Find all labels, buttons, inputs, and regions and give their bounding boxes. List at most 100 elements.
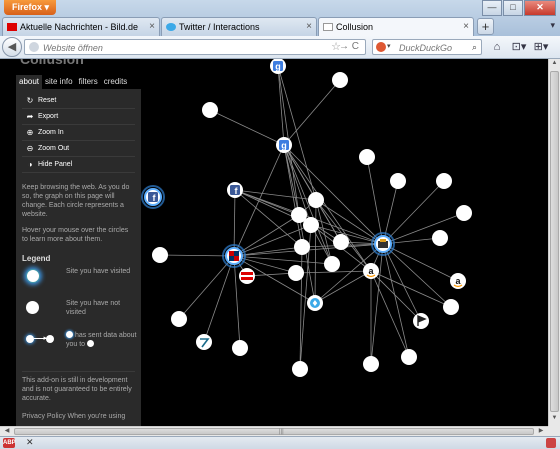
home-icon[interactable]: ⌂ [486,39,508,55]
addon-status-icon[interactable] [546,438,556,448]
close-window-button[interactable]: ✕ [524,0,556,16]
legend-visited: Site you have visited [22,267,135,295]
collusion-site-node[interactable] [371,232,395,256]
google-site-node[interactable]: g [276,137,292,153]
amazon-site-node[interactable]: a [450,273,466,289]
graph-edge [178,255,235,320]
firefox-menu-button[interactable]: Firefox ▾ [4,0,56,15]
graph-edge [283,79,341,146]
tab-filters[interactable]: filters [76,75,101,89]
tab-title: Aktuelle Nachrichten - Bild.de [20,22,139,32]
scroll-right-arrow-icon[interactable]: ▶ [536,427,546,436]
intro-text: Keep browsing the web. As you do so, the… [22,184,130,218]
site-node[interactable] [171,311,187,327]
hide-panel-button[interactable]: ◑ Hide Panel [22,157,135,173]
svg-text:g: g [275,61,281,71]
bildflag-site-node[interactable] [239,268,255,284]
panel-menu: ↻ Reset ➦ Export ⊕ Zoom In ⊖ Zoom Out ◑ Hide … [22,93,135,173]
horizontal-scrollbar[interactable]: ◀ ||| ▶ [0,426,548,436]
go-reload-icon[interactable]: → C [339,40,359,54]
scroll-left-arrow-icon[interactable]: ◀ [2,427,12,436]
screenshot-icon[interactable]: ⊡▾ [508,39,530,55]
site-node[interactable] [333,234,349,250]
site-node[interactable] [288,265,304,281]
site-node[interactable] [324,256,340,272]
site-node[interactable] [359,149,375,165]
google-icon: g [279,140,289,150]
firefox-menu-label: Firefox [12,2,43,12]
url-input[interactable] [41,41,315,55]
back-button[interactable]: ◀ [2,37,22,57]
zoom-out-button[interactable]: ⊖ Zoom Out [22,141,135,157]
site-node[interactable] [363,356,379,372]
addon-note: This add-on is still in development and … [22,371,135,403]
tab-list-button[interactable]: ▾ [550,20,555,31]
tab-close-icon[interactable]: × [306,18,312,36]
site-node[interactable] [401,349,417,365]
search-input[interactable] [397,41,471,55]
tab-collusion[interactable]: Collusion × [318,17,474,36]
site-node[interactable] [152,247,168,263]
site-node[interactable] [332,72,348,88]
close-addon-bar-icon[interactable]: ✕ [26,437,34,448]
zoom-in-button[interactable]: ⊕ Zoom In [22,125,135,141]
tweet-site-node[interactable] [196,334,212,350]
legend-visited-label: Site you have visited [66,268,131,275]
site-node[interactable] [294,239,310,255]
scroll-grip-icon: ||| [279,429,284,435]
facebook-site-node[interactable]: f [141,185,165,209]
site-node[interactable] [308,192,324,208]
minimize-button[interactable]: — [482,0,502,16]
site-node[interactable] [436,173,452,189]
site-node[interactable] [390,173,406,189]
new-tab-button[interactable]: + [477,18,494,35]
flag-site-node[interactable] [413,313,429,329]
not-visited-site-icon [26,301,39,314]
tab-credits[interactable]: credits [101,75,131,89]
site-node[interactable] [432,230,448,246]
search-bar[interactable]: ▾ ⌕ [372,39,482,55]
google-site-node[interactable]: g [270,59,286,74]
twitter-site-node[interactable]: ♦ [307,295,323,311]
export-button[interactable]: ➦ Export [22,109,135,125]
site-node[interactable] [303,217,319,233]
site-node[interactable] [292,361,308,377]
toolbar-icons: ⌂ ⊡▾ ⊞▾ [486,39,552,55]
site-identity-icon[interactable] [29,42,39,52]
vertical-scroll-thumb[interactable] [550,71,559,412]
google-icon: g [273,61,283,71]
search-engine-dropdown-icon[interactable]: ▾ [387,40,391,54]
zoom-out-icon: ⊖ [26,144,34,153]
tab-close-icon[interactable]: × [149,18,155,36]
amazon-site-node[interactable]: a [363,263,379,279]
vertical-scrollbar[interactable]: ▲ ▼ [548,59,560,426]
tab-about[interactable]: about [16,75,43,89]
site-node[interactable] [456,205,472,221]
site-node[interactable] [443,299,459,315]
site-node[interactable] [202,102,218,118]
site-node[interactable] [232,340,248,356]
horizontal-scroll-thumb[interactable]: ||| [14,428,534,435]
scroll-down-arrow-icon[interactable]: ▼ [550,415,559,425]
addons-icon[interactable]: ⊞▾ [530,39,552,55]
tab-twitter[interactable]: Twitter / Interactions × [161,17,317,36]
legend-sent-data-label: has sent data about you to [66,331,141,349]
legend-not-visited: Site you have not visited [22,299,135,327]
privacy-policy-text[interactable]: Privacy Policy When you're using [22,412,135,421]
legend-not-visited-label: Site you have not visited [66,300,121,316]
facebook-icon: f [230,185,240,196]
url-bar[interactable]: ☆ → C [24,39,366,55]
duckduckgo-icon[interactable] [376,42,386,52]
adblock-icon[interactable]: ABP [3,438,16,448]
reset-button[interactable]: ↻ Reset [22,93,135,109]
search-icon[interactable]: ⌕ [472,40,477,54]
tab-bild[interactable]: Aktuelle Nachrichten - Bild.de × [2,17,160,36]
graph-edge [233,144,285,257]
maximize-button[interactable]: □ [503,0,523,16]
tab-site-info[interactable]: site info [42,75,76,89]
scroll-up-arrow-icon[interactable]: ▲ [550,60,559,70]
graph-edge [203,255,235,343]
tab-close-icon[interactable]: × [463,18,469,36]
facebook-site-node[interactable]: f [227,182,243,198]
bild-site-node[interactable] [222,244,246,268]
